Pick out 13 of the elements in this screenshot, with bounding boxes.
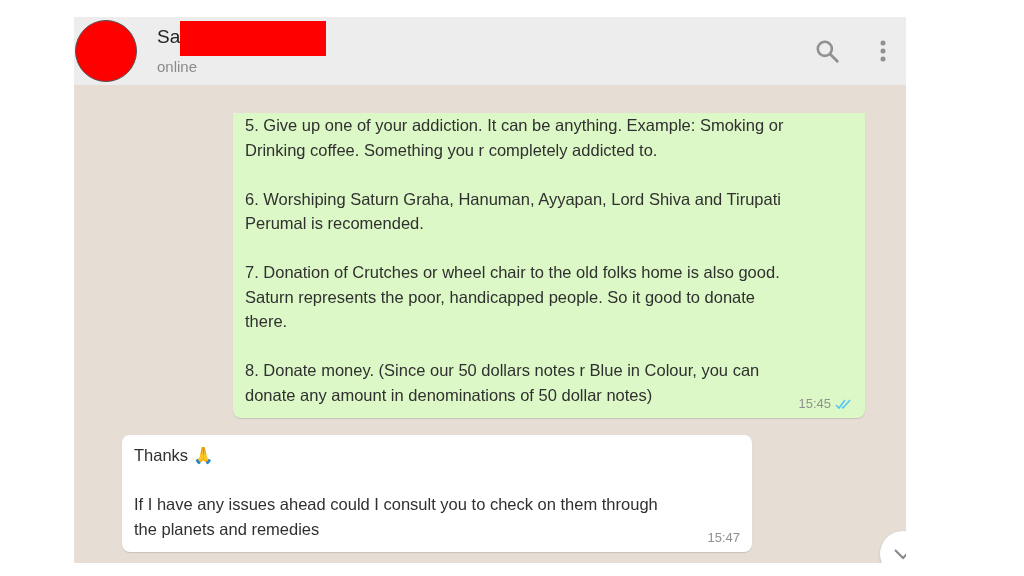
menu-icon[interactable] [880, 40, 886, 62]
contact-status: online [157, 58, 199, 75]
message-text: 8. Donate money. (Since our 50 dollars notes r Blue in Colour, you can donate any amount in denominations of 50 dollar notes) [245, 360, 760, 406]
message-text: 6. Worshiping Saturn Graha, Hanuman, Ayyapan, Lord Shiva and Tirupati Perumal is recomended. [245, 188, 781, 234]
message-time: 15:47 [707, 528, 740, 547]
avatar[interactable] [75, 20, 137, 82]
message-text: 7. Donation of Crutches or wheel chair to the old folks home is also good. Saturn represents the poor, handicapped people. So it good to donate there. [245, 262, 780, 332]
search-icon[interactable] [814, 38, 840, 64]
message-text: If I have any issues ahead could I consult you to check on them through the planets and remedies [134, 494, 658, 540]
message-text: 5. Give up one of your addiction. It can be anything. Example: Smoking or Drinking coffee. Something you r completely addicted to. [245, 115, 784, 161]
message-text: Thanks 🙏 [134, 445, 214, 466]
message-time: 15:45 [798, 394, 831, 413]
contact-name: Sa [157, 26, 181, 48]
